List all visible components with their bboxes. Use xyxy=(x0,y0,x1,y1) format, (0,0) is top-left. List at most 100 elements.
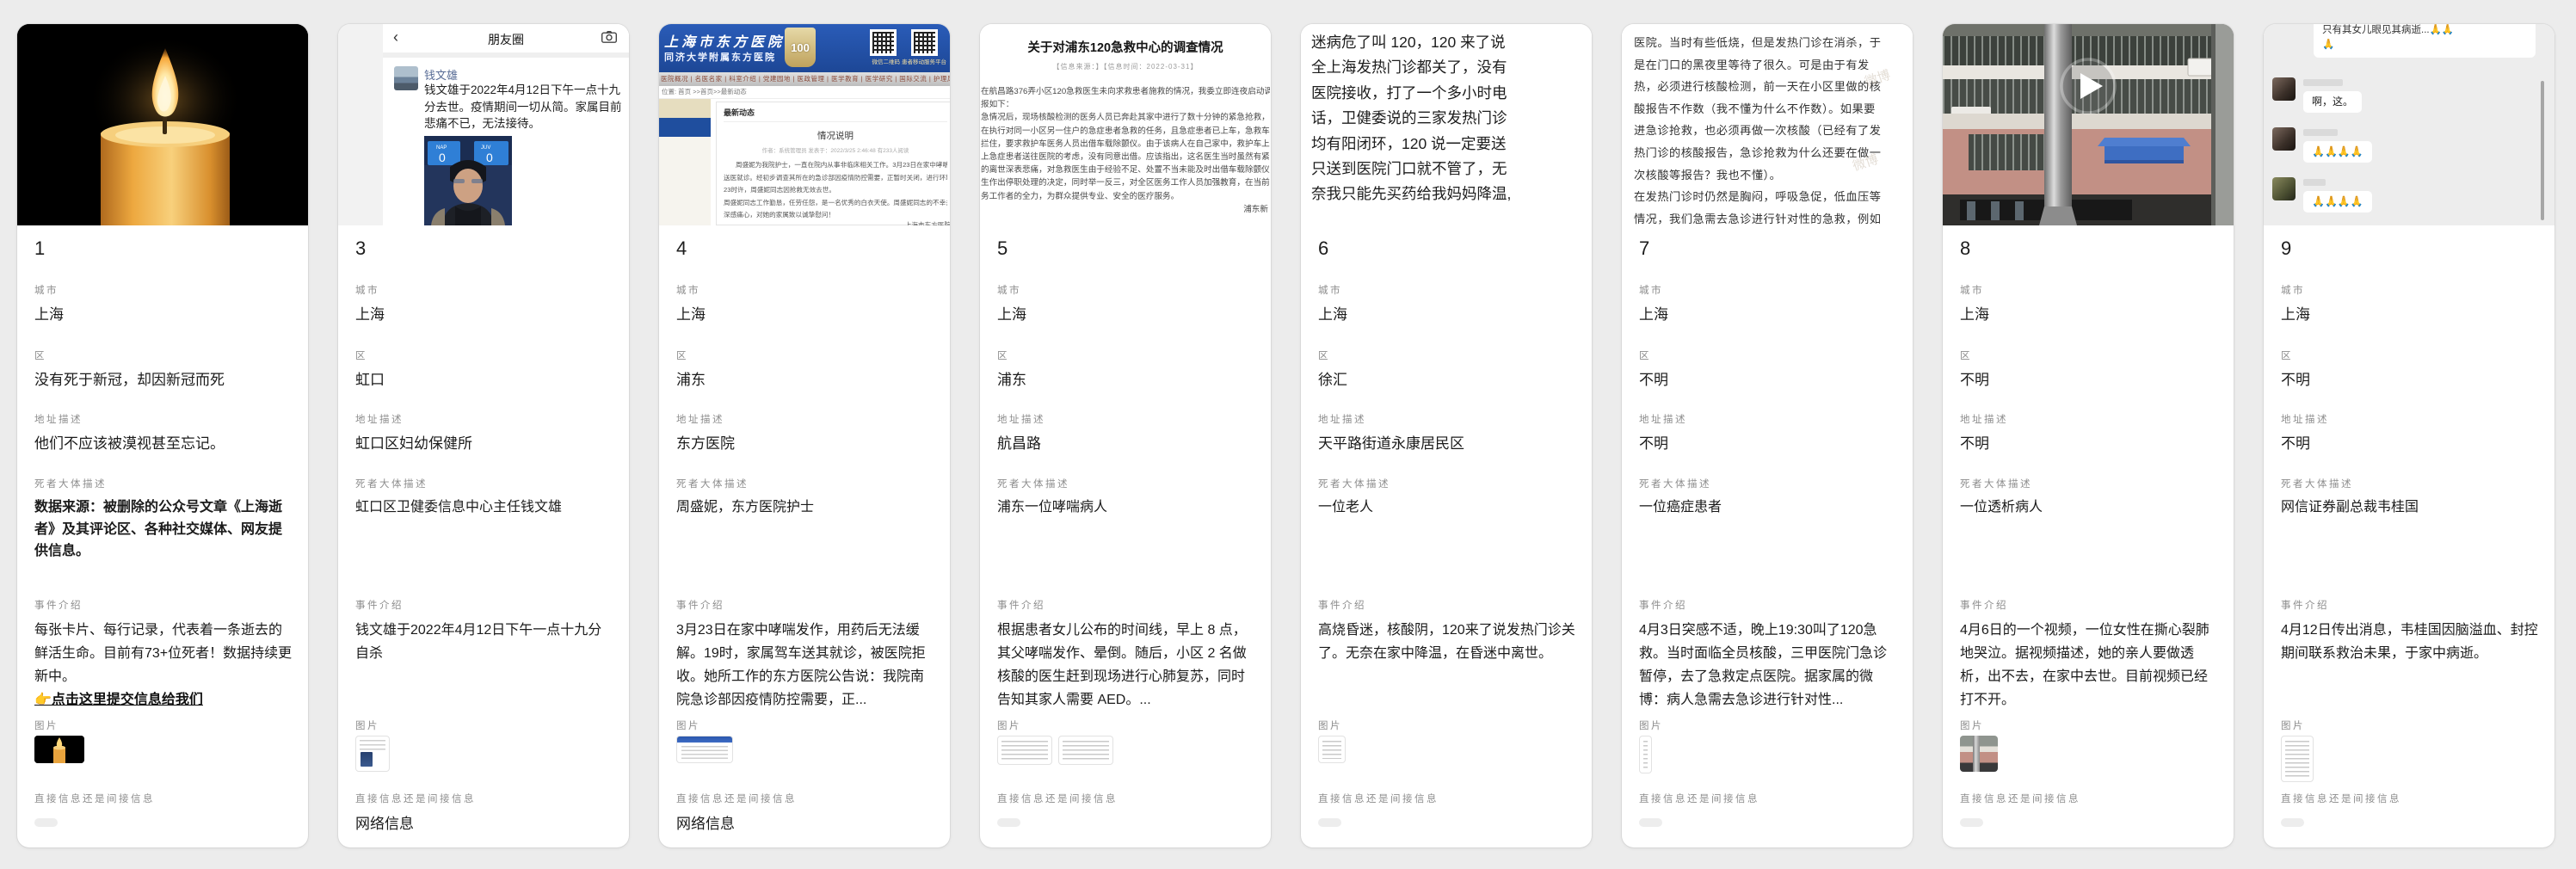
field-value-event: 钱文雄于2022年4月12日下午一点十九分自杀 xyxy=(355,619,615,715)
field-label-image: 图片 xyxy=(676,718,936,732)
record-card-9[interactable]: 只有其女儿眼见其病逝...🙏🙏 🙏 啊，这。 🙏🙏🙏🙏 🙏🙏🙏🙏 9 城市 上海… xyxy=(2264,24,2554,847)
investigation-report-screenshot: 关于对浦东120急救中心的调查情况 【信息来源：】【信息时间：2022-03-3… xyxy=(980,24,1271,225)
field-label-deceased: 死者大体描述 xyxy=(997,477,1257,490)
hospital-announcement-panel: 最新动态 情况说明 作者：系统管理员 发表于：2022/3/25 2:46:48… xyxy=(716,102,950,225)
field-value-city: 上海 xyxy=(1960,302,2220,324)
chat-scrollbar[interactable] xyxy=(2541,81,2544,220)
record-number: 8 xyxy=(1960,237,1970,260)
wechat-moments-screenshot: ‹ 朋友圈 钱文雄 钱文雄于2022年4月12日下午一点十九分去世。疫情期间一切… xyxy=(338,24,629,225)
record-card-3[interactable]: ‹ 朋友圈 钱文雄 钱文雄于2022年4月12日下午一点十九分去世。疫情期间一切… xyxy=(338,24,629,847)
field-label-district: 区 xyxy=(2281,348,2541,362)
attachment-thumbnails xyxy=(2281,736,2314,782)
svg-text:0: 0 xyxy=(439,151,446,164)
chat-username-blurred xyxy=(2303,129,2338,136)
field-value-district: 浦东 xyxy=(676,367,936,390)
field-label-deceased: 死者大体描述 xyxy=(355,477,615,490)
field-value-address: 天平路街道永康居民区 xyxy=(1318,431,1578,453)
announcement-line: 周盛妮为我院护士，一直在院内从事非临床相关工作。3月23日在家中哮喘发作，用药后… xyxy=(724,160,947,170)
field-label-deceased: 死者大体描述 xyxy=(1639,477,1899,490)
event-text: 每张卡片、每行记录，代表着一条逝去的鲜活生命。目前有73+位死者！数据持续更新中… xyxy=(34,623,292,684)
field-label-address: 地址描述 xyxy=(2281,412,2541,426)
record-card-6[interactable]: 迷病危了叫 120，120 来了说 全上海发热门诊都关了，没有 医院接收，打了一… xyxy=(1301,24,1592,847)
record-card-4[interactable]: 上海市东方医院 同济大学附属东方医院 100 微信二维码 患者移动服务平台 医院… xyxy=(659,24,950,847)
candle-thumbnail[interactable] xyxy=(34,736,84,763)
hospital-logo-line1: 上海市东方医院 xyxy=(664,30,785,51)
field-value-event: 高烧昏迷，核酸阴，120来了说发热门诊关了。无奈在家中降温，在昏迷中离世。 xyxy=(1318,619,1578,715)
building-video-still xyxy=(1943,24,2234,225)
empty-value-pill xyxy=(1960,818,1983,827)
field-value-deceased: 数据来源：被删除的公众号文章《上海逝者》及其评论区、各种社交媒体、网友提供信息。 xyxy=(34,496,294,586)
field-label-address: 地址描述 xyxy=(34,412,294,426)
header-divider xyxy=(383,52,629,58)
record-number: 4 xyxy=(676,237,687,260)
field-value-address: 虹口区妇幼保健所 xyxy=(355,431,615,453)
field-value-deceased: 网信证券副总裁韦桂国 xyxy=(2281,496,2541,586)
attachment-thumbnails xyxy=(355,736,390,772)
document-thumbnail[interactable] xyxy=(997,736,1052,765)
field-label-city: 城市 xyxy=(1960,283,2220,297)
field-label-direct: 直接信息还是间接信息 xyxy=(676,792,936,805)
text-screenshot-thumbnail[interactable] xyxy=(1318,736,1346,763)
field-label-direct: 直接信息还是间接信息 xyxy=(355,792,615,805)
testimony-line: 均有阳闭环，120 说一定要送 xyxy=(1311,132,1588,157)
screenshot-thumbnail[interactable] xyxy=(355,736,390,772)
hospital-logo-line2: 同济大学附属东方医院 xyxy=(664,50,776,64)
empty-value-pill xyxy=(1639,818,1662,827)
field-label-image: 图片 xyxy=(997,718,1257,732)
moments-post-text: 钱文雄于2022年4月12日下午一点十九分去世。疫情期间一切从简。家属目前悲痛不… xyxy=(424,82,622,133)
document-thumbnail[interactable] xyxy=(2281,736,2314,782)
field-value-city: 上海 xyxy=(2281,302,2541,324)
record-card-1[interactable]: 1 城市 上海 区 没有死于新冠，却因新冠而死 地址描述 他们不应该被漠视甚至忘… xyxy=(17,24,308,847)
report-line: 在航昌路376弄小区120急救医生未向求救患者施救的情况，我委立即连夜启动调 xyxy=(981,85,1270,98)
section-title: 最新动态 xyxy=(724,107,947,122)
field-label-district: 区 xyxy=(1960,348,2220,362)
field-label-city: 城市 xyxy=(676,283,936,297)
record-number: 9 xyxy=(2281,237,2291,260)
field-value-deceased: 一位透析病人 xyxy=(1960,496,2220,586)
hospital-website-screenshot: 上海市东方医院 同济大学附属东方医院 100 微信二维码 患者移动服务平台 医院… xyxy=(659,24,950,225)
hospital-site-sidebar xyxy=(659,99,711,225)
hospital-site-header: 上海市东方医院 同济大学附属东方医院 100 微信二维码 患者移动服务平台 xyxy=(659,24,950,72)
record-number: 6 xyxy=(1318,237,1328,260)
field-label-address: 地址描述 xyxy=(1960,412,2220,426)
field-value-direct: 网络信息 xyxy=(355,811,615,834)
video-thumbnail[interactable] xyxy=(1943,24,2234,225)
field-label-event: 事件介绍 xyxy=(676,598,936,612)
qr-caption-service: 患者移动服务平台 xyxy=(902,57,946,65)
field-label-event: 事件介绍 xyxy=(2281,598,2541,612)
field-label-district: 区 xyxy=(1318,348,1578,362)
field-value-deceased: 周盛妮，东方医院护士 xyxy=(676,496,936,586)
announcement-title: 情况说明 xyxy=(724,129,947,142)
field-value-event: 4月3日突感不适，晚上19:30叫了120急救。当时面临全员核酸，三甲医院门急诊… xyxy=(1639,619,1899,715)
field-value-event: 每张卡片、每行记录，代表着一条逝去的鲜活生命。目前有73+位死者！数据持续更新中… xyxy=(34,619,294,715)
centennial-emblem: 100 xyxy=(785,28,816,67)
field-value-event: 4月6日的一个视频，一位女性在撕心裂肺地哭泣。据视频描述，她的亲人要做透析，出不… xyxy=(1960,619,2220,715)
record-card-8[interactable]: 8 城市 上海 区 不明 地址描述 不明 死者大体描述 一位透析病人 事件介绍 … xyxy=(1943,24,2234,847)
chat-avatar xyxy=(2272,127,2296,151)
field-label-image: 图片 xyxy=(34,718,294,732)
submit-info-link[interactable]: 👉点击这里提交信息给我们 xyxy=(34,688,294,712)
field-value-district: 不明 xyxy=(1639,367,1899,390)
field-label-deceased: 死者大体描述 xyxy=(676,477,936,490)
field-value-address: 航昌路 xyxy=(997,431,1257,453)
record-card-5[interactable]: 关于对浦东120急救中心的调查情况 【信息来源：】【信息时间：2022-03-3… xyxy=(980,24,1271,847)
field-label-district: 区 xyxy=(1639,348,1899,362)
attachment-thumbnails xyxy=(676,736,733,763)
field-label-event: 事件介绍 xyxy=(1318,598,1578,612)
narrow-screenshot-thumbnail[interactable] xyxy=(1639,736,1652,773)
field-label-address: 地址描述 xyxy=(1318,412,1578,426)
chat-bubble: 🙏🙏🙏🙏 xyxy=(2303,191,2372,213)
document-thumbnail[interactable] xyxy=(1058,736,1113,765)
building-photo-thumbnail[interactable] xyxy=(1960,736,1998,772)
field-label-deceased: 死者大体描述 xyxy=(1318,477,1578,490)
record-card-7[interactable]: 医院。当时有些低烧，但是发热门诊在消杀，于 是在门口的黑夜里等待了很久。可是由于… xyxy=(1622,24,1913,847)
announcement-line: 周盛妮同志工作勤恳，任劳任怨，是一名优秀的白衣天使。周盛妮同志的不幸去世，是我院… xyxy=(724,198,947,208)
field-value-city: 上海 xyxy=(34,302,294,324)
webpage-thumbnail[interactable] xyxy=(676,736,733,763)
field-value-deceased: 虹口区卫健委信息中心主任钱文雄 xyxy=(355,496,615,586)
report-meta: 【信息来源：】【信息时间：2022-03-31】 xyxy=(980,62,1271,71)
field-value-direct: 网络信息 xyxy=(676,811,936,834)
field-label-direct: 直接信息还是间接信息 xyxy=(1960,792,2220,805)
report-line: 在执行对同一小区另一住户的急症患者急救的任务，且急症患者已上车，急救车 xyxy=(981,125,1270,138)
field-value-district: 没有死于新冠，却因新冠而死 xyxy=(34,367,294,390)
